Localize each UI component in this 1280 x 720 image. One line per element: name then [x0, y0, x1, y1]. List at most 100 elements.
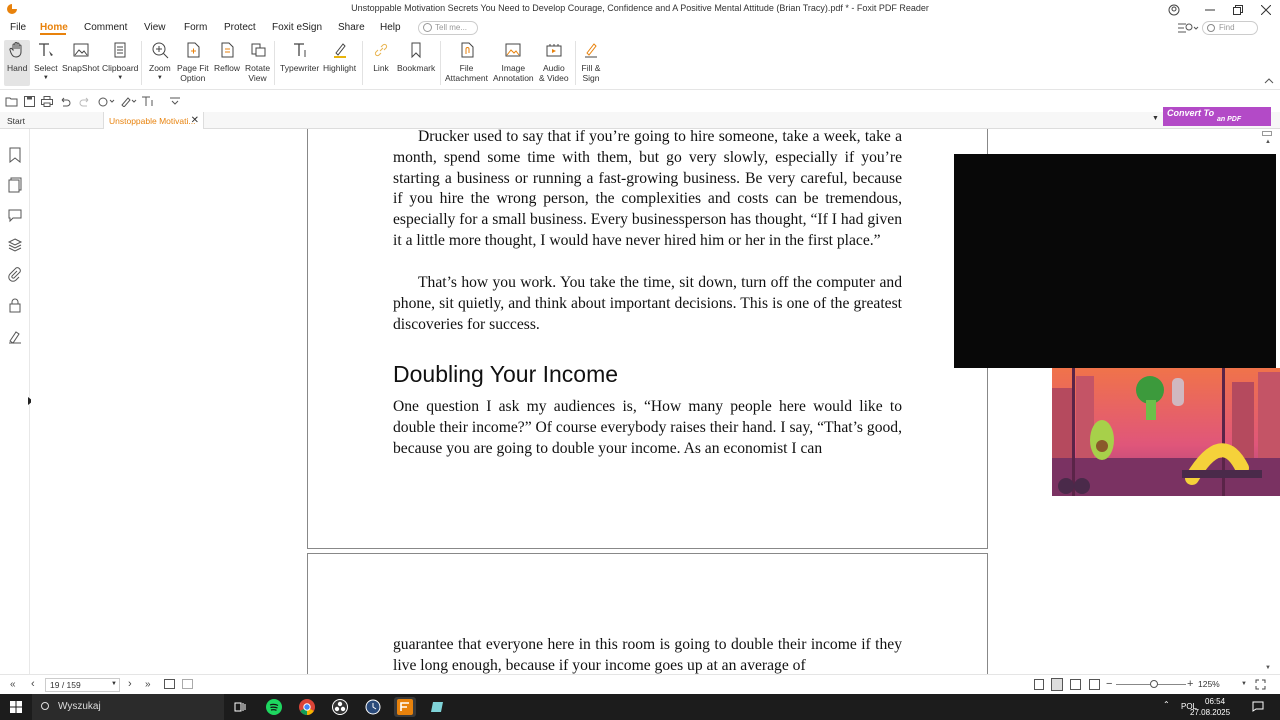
account-icon[interactable] — [1160, 0, 1188, 19]
text-tool-icon[interactable] — [140, 94, 154, 108]
menu-share[interactable]: Share — [338, 22, 365, 33]
rotate-view-label: Rotate — [245, 63, 271, 73]
hand-tool-button[interactable]: Hand — [4, 40, 31, 86]
scroll-down-arrow-icon[interactable]: ▼ — [1265, 665, 1271, 671]
convert-to-pdf-banner[interactable]: Convert To an PDF — [1163, 107, 1271, 126]
menu-protect[interactable]: Protect — [224, 22, 256, 33]
bookmark-icon — [406, 40, 426, 60]
rotate-view-button[interactable]: Rotate View — [245, 40, 270, 83]
previous-view-icon[interactable] — [164, 679, 175, 689]
redo-icon[interactable] — [78, 94, 92, 108]
open-folder-icon[interactable] — [4, 94, 18, 108]
security-panel-icon[interactable] — [7, 297, 23, 313]
signature-panel-icon[interactable] — [7, 328, 23, 344]
fill-sign-button[interactable]: Fill & Sign — [581, 40, 601, 83]
menu-foxit-esign[interactable]: Foxit eSign — [272, 22, 322, 33]
page-fit-option-button[interactable]: Page Fit Option — [177, 40, 209, 83]
snapshot-button[interactable]: SnapShot — [62, 40, 99, 73]
find-options-icon[interactable] — [1177, 22, 1199, 34]
menu-file[interactable]: File — [10, 22, 26, 33]
highlight-button[interactable]: Highlight — [323, 40, 356, 73]
pages-panel-icon[interactable] — [7, 177, 23, 193]
save-icon[interactable] — [22, 94, 36, 108]
continuous-facing-view-icon[interactable] — [1089, 679, 1100, 690]
scroll-up-arrow-icon[interactable]: ▲ — [1265, 139, 1271, 145]
zoom-slider-thumb[interactable] — [1150, 680, 1158, 688]
menu-view[interactable]: View — [144, 22, 166, 33]
continuous-view-icon[interactable] — [1051, 678, 1063, 691]
spotify-icon[interactable] — [263, 697, 285, 717]
restore-button[interactable] — [1224, 0, 1252, 19]
notes-app-icon[interactable] — [427, 697, 449, 717]
close-tab-icon[interactable]: ✕ — [191, 115, 199, 126]
zoom-dropdown-icon[interactable]: ▼ — [1241, 681, 1247, 687]
system-tray-arrow-icon[interactable]: ⌃ — [1163, 700, 1170, 709]
page-number-field[interactable]: 19 / 159 ▼ — [45, 678, 120, 692]
zoom-button[interactable]: Zoom ▼ — [149, 40, 171, 83]
bookmarks-panel-icon[interactable] — [7, 147, 23, 163]
menu-help[interactable]: Help — [380, 22, 401, 33]
chrome-icon[interactable] — [296, 697, 318, 717]
single-page-view-icon[interactable] — [1034, 679, 1044, 690]
comments-panel-icon[interactable] — [7, 207, 23, 223]
tabs-dropdown-icon[interactable]: ▼ — [1152, 115, 1160, 123]
menu-home[interactable]: Home — [40, 22, 68, 33]
close-window-button[interactable] — [1252, 0, 1280, 19]
menu-form[interactable]: Form — [184, 22, 207, 33]
reflow-button[interactable]: Reflow — [214, 40, 240, 73]
attachments-panel-icon[interactable] — [7, 267, 23, 283]
customize-toolbar-icon[interactable] — [168, 94, 182, 108]
page-fit-label-2: Option — [180, 73, 206, 83]
collapse-ribbon-icon[interactable] — [1264, 77, 1274, 85]
layers-panel-icon[interactable] — [7, 237, 23, 253]
foxit-reader-taskbar-icon[interactable] — [394, 697, 416, 717]
file-attachment-button[interactable]: File Attachment — [445, 40, 488, 83]
hand-select-dropdown-icon[interactable] — [98, 94, 116, 108]
zoom-slider[interactable] — [1116, 680, 1186, 688]
taskbar-clock[interactable]: 06:54 27.08.2025 — [1190, 696, 1230, 718]
page-fit-icon — [183, 40, 203, 60]
find-input[interactable]: Find — [1202, 21, 1258, 35]
taskbar-search[interactable]: Wyszukaj — [32, 694, 224, 720]
typewriter-button[interactable]: Typewriter — [280, 40, 319, 73]
image-annotation-button[interactable]: Image Annotation — [493, 40, 534, 83]
window-title: Unstoppable Motivation Secrets You Need … — [351, 3, 929, 13]
notification-icon[interactable] — [1252, 701, 1264, 712]
first-page-icon[interactable]: « — [10, 679, 16, 690]
previous-page-icon[interactable]: ‹ — [31, 678, 35, 690]
last-page-icon[interactable]: » — [145, 679, 151, 690]
tab-start[interactable]: Start — [0, 112, 103, 129]
link-label: Link — [373, 63, 389, 73]
facing-view-icon[interactable] — [1070, 679, 1081, 690]
zoom-out-icon[interactable]: − — [1106, 678, 1112, 690]
clock-app-icon[interactable] — [362, 697, 384, 717]
minimize-button[interactable] — [1196, 0, 1224, 19]
link-icon — [371, 40, 391, 60]
audio-video-button[interactable]: Audio & Video — [539, 40, 569, 83]
link-button[interactable]: Link — [371, 40, 391, 73]
clipboard-label: Clipboard — [102, 63, 139, 73]
tab-document-label: Unstoppable Motivati... — [109, 116, 196, 126]
undo-icon[interactable] — [58, 94, 72, 108]
windows-start-icon[interactable] — [5, 697, 27, 717]
select-tool-button[interactable]: Select ▼ — [34, 40, 58, 83]
zoom-level[interactable]: 125% — [1198, 679, 1220, 689]
annotate-pen-icon[interactable] — [120, 94, 138, 108]
windows-taskbar: Wyszukaj ⌃ POL 06:54 27.08.2025 — [0, 694, 1280, 720]
bookmark-button[interactable]: Bookmark — [397, 40, 435, 73]
file-attachment-label: File — [459, 63, 474, 73]
tab-document[interactable]: Unstoppable Motivati... ✕ — [103, 112, 204, 129]
clipboard-button[interactable]: Clipboard ▼ — [102, 40, 138, 83]
task-view-icon[interactable] — [229, 697, 251, 717]
typewriter-label: Typewriter — [280, 63, 320, 73]
obs-recorder-icon[interactable] — [329, 697, 351, 717]
scroll-thumb[interactable] — [1262, 131, 1272, 136]
next-view-icon[interactable] — [182, 679, 193, 689]
next-page-icon[interactable]: › — [128, 678, 132, 690]
menu-comment[interactable]: Comment — [84, 22, 127, 33]
video-overlay[interactable] — [954, 154, 1276, 368]
tell-me-input[interactable]: Tell me... — [418, 21, 478, 35]
fullscreen-icon[interactable] — [1255, 679, 1266, 690]
print-icon[interactable] — [40, 94, 54, 108]
zoom-in-icon[interactable]: + — [1187, 678, 1193, 690]
